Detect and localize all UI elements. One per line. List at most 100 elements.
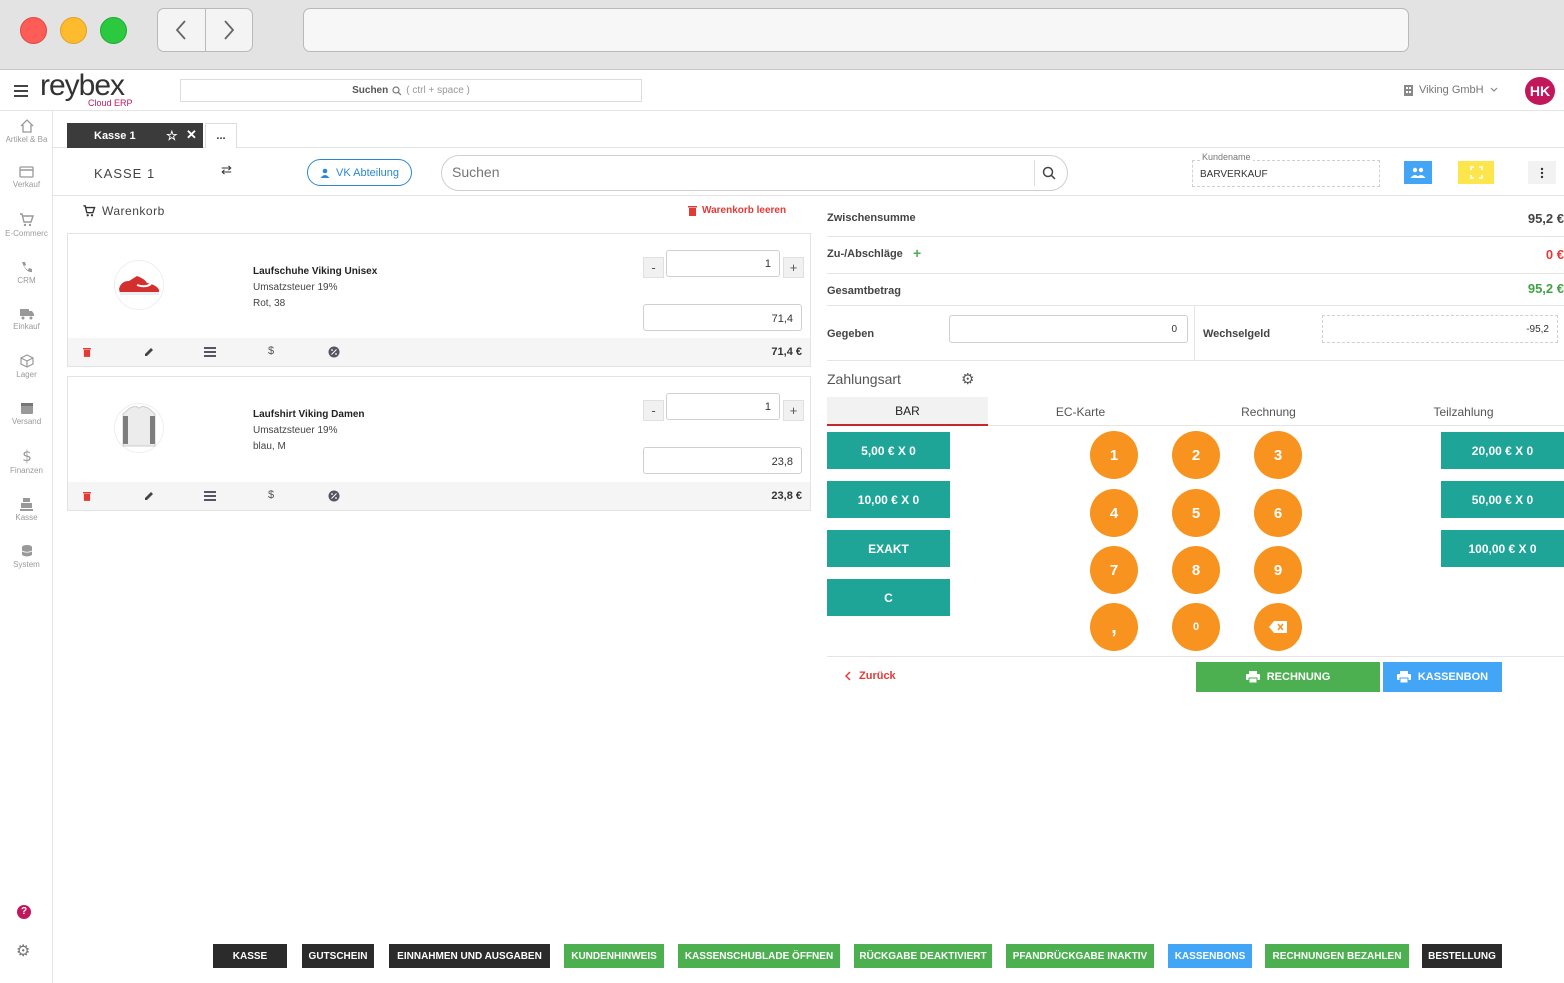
pos-header: KASSE 1 ⇄ VK Abteilung Kundename BARVERK… — [53, 148, 1564, 196]
kundenhinweis-button[interactable]: KUNDENHINWEIS — [564, 944, 664, 968]
discount-icon[interactable] — [328, 490, 340, 502]
keypad-3[interactable]: 3 — [1254, 431, 1302, 479]
exact-button[interactable]: EXAKT — [827, 530, 950, 567]
keypad-1[interactable]: 1 — [1090, 431, 1138, 479]
pfandrueckgabe-button[interactable]: PFANDRÜCKGABE INAKTIV — [1006, 944, 1154, 968]
edit-icon[interactable] — [144, 347, 154, 357]
rechnungen-bezahlen-button[interactable]: RECHNUNGEN BEZAHLEN — [1265, 944, 1409, 968]
keypad-6[interactable]: 6 — [1254, 489, 1302, 537]
kassenschublade-button[interactable]: KASSENSCHUBLADE ÖFFNEN — [678, 944, 840, 968]
address-bar[interactable] — [303, 8, 1409, 52]
print-receipt-button[interactable]: KASSENBON — [1383, 662, 1502, 692]
menu-icon[interactable] — [14, 85, 28, 97]
truck-icon — [19, 309, 34, 320]
cash-20-button[interactable]: 20,00 € X 0 — [1441, 432, 1564, 469]
product-search-input[interactable] — [452, 164, 1022, 180]
keypad-2[interactable]: 2 — [1172, 431, 1220, 479]
sidebar-item-verkauf[interactable]: Verkauf — [0, 166, 53, 189]
price-field[interactable]: 23,8 — [643, 447, 802, 474]
star-icon[interactable]: ☆ — [166, 128, 178, 144]
cash-100-button[interactable]: 100,00 € X 0 — [1441, 530, 1564, 567]
gutschein-button[interactable]: GUTSCHEIN — [302, 944, 374, 968]
rueckgabe-button[interactable]: RÜCKGABE DEAKTIVIERT — [854, 944, 992, 968]
kassenbons-button[interactable]: KASSENBONS — [1168, 944, 1252, 968]
kasse-button[interactable]: KASSE — [213, 944, 287, 968]
trash-icon[interactable] — [83, 347, 91, 357]
minimize-window-button[interactable] — [60, 17, 87, 44]
decrement-button[interactable]: - — [643, 400, 664, 421]
price-field[interactable]: 71,4 — [643, 304, 802, 331]
sidebar-item-finanzen[interactable]: $ Finanzen — [0, 448, 53, 475]
decrement-button[interactable]: - — [643, 257, 664, 278]
given-label: Gegeben — [827, 328, 875, 340]
tab-rechnung[interactable]: Rechnung — [1188, 397, 1349, 426]
list-icon[interactable] — [204, 347, 216, 357]
keypad-backspace[interactable] — [1254, 603, 1302, 651]
search-icon[interactable] — [1042, 166, 1056, 180]
add-surcharge-button[interactable]: + — [913, 245, 921, 261]
settings-icon[interactable]: ⚙ — [16, 944, 30, 960]
trash-icon[interactable] — [83, 491, 91, 501]
subtotal-row: Zwischensumme 95,2 € — [827, 200, 1564, 237]
quantity-field[interactable]: 1 — [666, 393, 780, 420]
increment-button[interactable]: + — [783, 400, 804, 421]
dollar-icon[interactable]: $ — [268, 345, 274, 357]
sidebar-item-versand[interactable]: Versand — [0, 401, 53, 426]
more-options-button[interactable] — [1528, 161, 1556, 184]
sidebar-item-lager[interactable]: Lager — [0, 354, 53, 379]
avatar[interactable]: HK — [1525, 77, 1555, 105]
sidebar-item-crm[interactable]: CRM — [0, 260, 53, 285]
maximize-window-button[interactable] — [100, 17, 127, 44]
cash-50-button[interactable]: 50,00 € X 0 — [1441, 481, 1564, 518]
tab-teilzahlung[interactable]: Teilzahlung — [1383, 397, 1544, 426]
cash-10-button[interactable]: 10,00 € X 0 — [827, 481, 950, 518]
keypad-7[interactable]: 7 — [1090, 546, 1138, 594]
discount-icon[interactable] — [328, 346, 340, 358]
clear-button[interactable]: C — [827, 579, 950, 616]
tab-ec-karte[interactable]: EC-Karte — [1000, 397, 1161, 426]
company-switcher[interactable]: Viking GmbH — [1404, 84, 1498, 96]
payment-settings-icon[interactable]: ⚙ — [961, 370, 974, 388]
sidebar-item-ecommerce[interactable]: E-Commerc — [0, 213, 53, 238]
close-window-button[interactable] — [20, 17, 47, 44]
customer-select-button[interactable] — [1404, 161, 1432, 184]
back-icon[interactable] — [158, 9, 206, 51]
sidebar-item-artikel[interactable]: Artikel & Ba — [0, 119, 53, 144]
bestellung-button[interactable]: BESTELLUNG — [1422, 944, 1502, 968]
list-icon[interactable] — [204, 491, 216, 501]
clear-cart-button[interactable]: Warenkorb leeren — [688, 205, 786, 216]
back-button[interactable]: Zurück — [845, 670, 896, 682]
edit-icon[interactable] — [144, 491, 154, 501]
clear-cart-label: Warenkorb leeren — [702, 205, 787, 216]
cash-5-button[interactable]: 5,00 € X 0 — [827, 432, 950, 469]
fullscreen-button[interactable] — [1458, 161, 1494, 184]
quantity-field[interactable]: 1 — [666, 250, 780, 277]
product-search[interactable] — [441, 155, 1068, 191]
keypad-comma[interactable]: , — [1090, 603, 1138, 651]
forward-icon[interactable] — [206, 9, 253, 51]
given-field[interactable]: 0 — [949, 315, 1188, 343]
logo[interactable]: reybex Cloud ERP — [40, 71, 133, 109]
sidebar-item-system[interactable]: System — [0, 544, 53, 569]
sidebar-label: Finanzen — [10, 466, 43, 475]
sidebar-item-kasse[interactable]: Kasse — [0, 497, 53, 522]
dollar-icon[interactable]: $ — [268, 489, 274, 501]
sidebar-item-einkauf[interactable]: Einkauf — [0, 307, 53, 331]
tab-kasse-1[interactable]: Kasse 1 ☆ ✕ — [67, 123, 203, 148]
keypad-9[interactable]: 9 — [1254, 546, 1302, 594]
keypad-0[interactable]: 0 — [1172, 603, 1220, 651]
print-invoice-button[interactable]: RECHNUNG — [1196, 662, 1380, 692]
tab-more-button[interactable]: ... — [205, 123, 237, 148]
swap-icon[interactable]: ⇄ — [221, 162, 232, 178]
keypad-4[interactable]: 4 — [1090, 489, 1138, 537]
keypad-8[interactable]: 8 — [1172, 546, 1220, 594]
keypad-5[interactable]: 5 — [1172, 489, 1220, 537]
tab-bar-payment[interactable]: BAR — [827, 397, 988, 426]
global-search[interactable]: Suchen ( ctrl + space ) — [180, 79, 642, 102]
help-icon[interactable]: ? — [17, 905, 31, 919]
customer-field[interactable]: Kundename BARVERKAUF — [1192, 152, 1380, 187]
department-button[interactable]: VK Abteilung — [307, 159, 412, 186]
close-icon[interactable]: ✕ — [186, 127, 197, 143]
increment-button[interactable]: + — [783, 257, 804, 278]
einnahmen-button[interactable]: EINNAHMEN UND AUSGABEN — [389, 944, 550, 968]
